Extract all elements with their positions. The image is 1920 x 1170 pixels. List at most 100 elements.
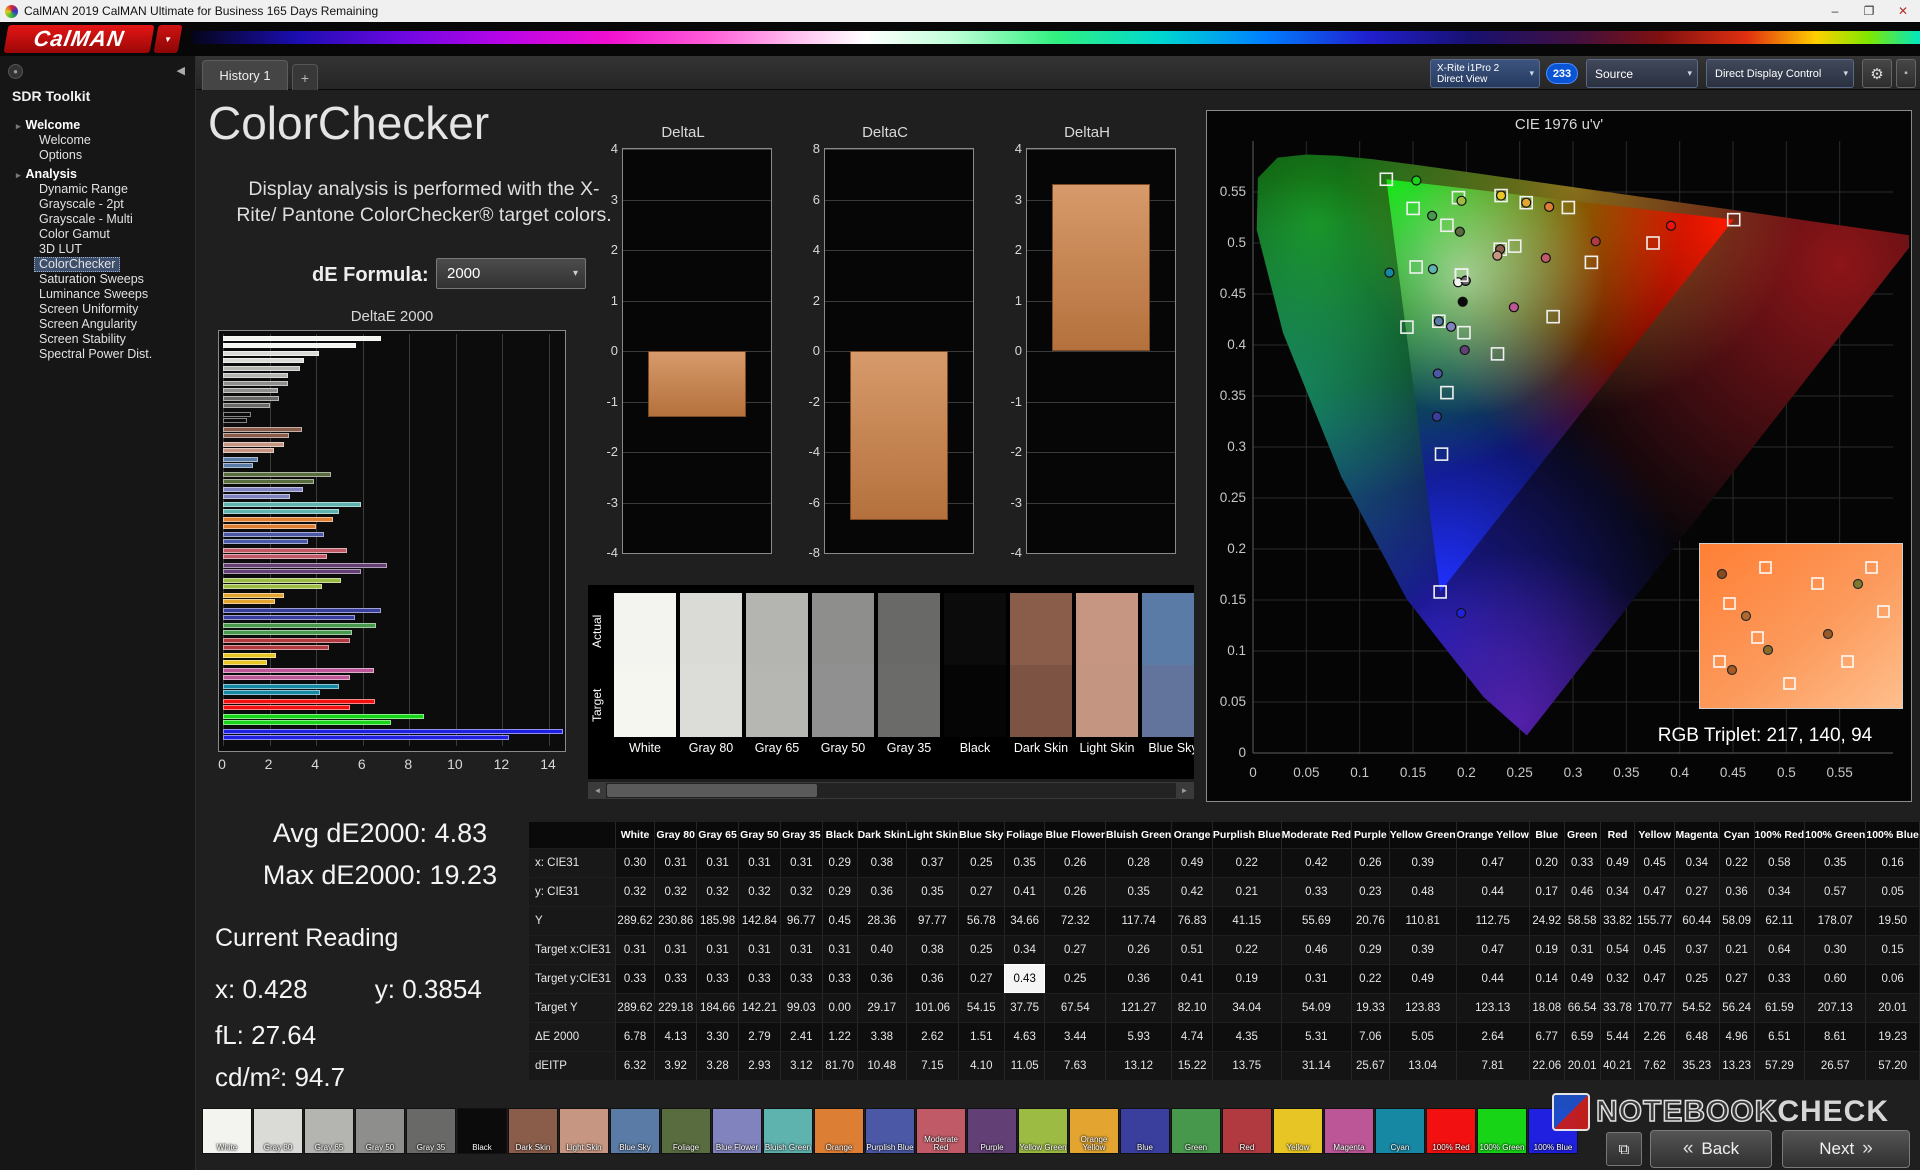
table-cell[interactable]: 0.06 [1865,964,1920,994]
table-cell[interactable]: 20.01 [1564,1051,1601,1081]
sidebar-item-welcome[interactable]: Welcome [34,133,96,148]
table-cell[interactable]: 0.31 [1564,935,1601,965]
strip-patch-blue-flower[interactable]: Blue Flower [712,1108,762,1154]
table-cell[interactable]: 7.63 [1044,1051,1106,1081]
table-cell[interactable]: 3.92 [654,1051,698,1081]
table-cell[interactable]: 142.84 [738,906,781,936]
table-cell[interactable]: 5.31 [1281,1022,1353,1052]
selected-table-cell[interactable]: 0.43 [1004,964,1046,994]
table-cell[interactable]: 112.75 [1456,906,1530,936]
table-cell[interactable]: 22.06 [1529,1051,1565,1081]
table-cell[interactable]: 6.59 [1564,1022,1601,1052]
table-cell[interactable]: 24.92 [1529,906,1565,936]
table-cell[interactable]: 4.63 [1004,1022,1046,1052]
table-cell[interactable]: 99.03 [780,993,823,1023]
table-cell[interactable]: 0.49 [1389,964,1457,994]
table-cell[interactable]: 0.22 [1212,935,1282,965]
strip-patch-purple[interactable]: Purple [967,1108,1017,1154]
table-cell[interactable]: 7.62 [1634,1051,1675,1081]
table-cell[interactable]: 40.21 [1600,1051,1636,1081]
table-cell[interactable]: 0.32 [1600,964,1636,994]
patch-dark-skin[interactable]: Dark Skin [1010,593,1072,759]
table-cell[interactable]: 0.39 [1389,935,1457,965]
table-cell[interactable]: 0.33 [780,964,823,994]
table-cell[interactable]: 41.15 [1212,906,1282,936]
table-cell[interactable]: 2.64 [1456,1022,1530,1052]
table-cell[interactable]: 0.29 [822,877,858,907]
table-cell[interactable]: 0.34 [1754,877,1806,907]
sidebar-section-analysis[interactable]: ▸ Analysis [0,166,195,182]
table-cell[interactable]: 2.41 [780,1022,823,1052]
table-cell[interactable]: 0.41 [1171,964,1213,994]
de-formula-dropdown[interactable]: 2000 ▾ [436,258,586,289]
patch-gray-35[interactable]: Gray 35 [878,593,940,759]
table-cell[interactable]: 2.62 [906,1022,959,1052]
table-cell[interactable]: 19.23 [1865,1022,1920,1052]
table-cell[interactable]: 121.27 [1105,993,1173,1023]
table-cell[interactable]: 15.22 [1171,1051,1213,1081]
table-cell[interactable]: 58.58 [1564,906,1601,936]
table-cell[interactable]: 54.52 [1674,993,1720,1023]
table-cell[interactable]: 58.09 [1719,906,1755,936]
table-cell[interactable]: 7.15 [906,1051,959,1081]
table-cell[interactable]: 0.16 [1865,848,1920,878]
patch-gray-65[interactable]: Gray 65 [746,593,808,759]
table-cell[interactable]: 0.33 [696,964,739,994]
table-cell[interactable]: 61.59 [1754,993,1806,1023]
gear-icon[interactable]: ⚙ [1862,59,1892,88]
table-cell[interactable]: 0.25 [958,848,1005,878]
maximize-button[interactable]: ❐ [1852,0,1886,22]
table-cell[interactable]: 56.78 [958,906,1005,936]
record-icon[interactable]: ● [8,64,23,79]
sidebar-item-options[interactable]: Options [34,148,87,163]
table-cell[interactable]: 0.26 [1044,877,1106,907]
table-cell[interactable]: 10.48 [857,1051,908,1081]
screen-mode-button[interactable]: ⧉ [1606,1132,1642,1166]
table-cell[interactable]: 2.26 [1634,1022,1675,1052]
table-cell[interactable]: 3.44 [1044,1022,1106,1052]
table-cell[interactable]: 0.45 [822,906,858,936]
table-cell[interactable]: 0.30 [615,848,656,878]
table-cell[interactable]: 123.83 [1389,993,1457,1023]
table-cell[interactable]: 7.81 [1456,1051,1530,1081]
table-cell[interactable]: 0.57 [1804,877,1867,907]
tab-history-1[interactable]: History 1 [202,60,288,90]
table-cell[interactable]: 0.33 [1754,964,1806,994]
table-cell[interactable]: 31.14 [1281,1051,1353,1081]
table-cell[interactable]: 0.31 [654,848,698,878]
strip-patch-green[interactable]: Green [1171,1108,1221,1154]
table-cell[interactable]: 3.28 [696,1051,739,1081]
back-button[interactable]: « Back [1650,1130,1772,1168]
strip-patch-100-red[interactable]: 100% Red [1426,1108,1476,1154]
table-cell[interactable]: 0.35 [1105,877,1173,907]
table-cell[interactable]: 7.06 [1351,1022,1390,1052]
close-button[interactable]: ✕ [1886,0,1920,22]
table-cell[interactable]: 0.31 [780,935,823,965]
table-cell[interactable]: 0.46 [1564,877,1601,907]
table-cell[interactable]: 4.10 [958,1051,1005,1081]
table-cell[interactable]: 123.13 [1456,993,1530,1023]
table-cell[interactable]: 96.77 [780,906,823,936]
table-cell[interactable]: 0.33 [738,964,781,994]
table-cell[interactable]: 110.81 [1389,906,1457,936]
table-cell[interactable]: 57.29 [1754,1051,1806,1081]
table-cell[interactable]: 0.30 [1804,935,1867,965]
table-cell[interactable]: 0.35 [1004,848,1046,878]
table-cell[interactable]: 4.13 [654,1022,698,1052]
display-control-dropdown[interactable]: Direct Display Control ▾ [1706,59,1854,88]
table-cell[interactable]: 0.41 [1004,877,1046,907]
new-tab-button[interactable]: + [292,64,318,90]
table-cell[interactable]: 3.30 [696,1022,739,1052]
strip-patch-gray-80[interactable]: Gray 80 [253,1108,303,1154]
patch-light-skin[interactable]: Light Skin [1076,593,1138,759]
source-dropdown[interactable]: Source ▾ [1586,59,1698,88]
patch-blue-sky[interactable]: Blue Sky [1142,593,1194,759]
sidebar-item-3d-lut[interactable]: 3D LUT [34,242,87,257]
table-cell[interactable]: 20.76 [1351,906,1390,936]
table-cell[interactable]: 184.66 [696,993,739,1023]
table-cell[interactable]: 26.57 [1804,1051,1867,1081]
table-cell[interactable]: 0.34 [1004,935,1046,965]
table-cell[interactable]: 18.08 [1529,993,1565,1023]
table-cell[interactable]: 0.14 [1529,964,1565,994]
strip-patch-magenta[interactable]: Magenta [1324,1108,1374,1154]
